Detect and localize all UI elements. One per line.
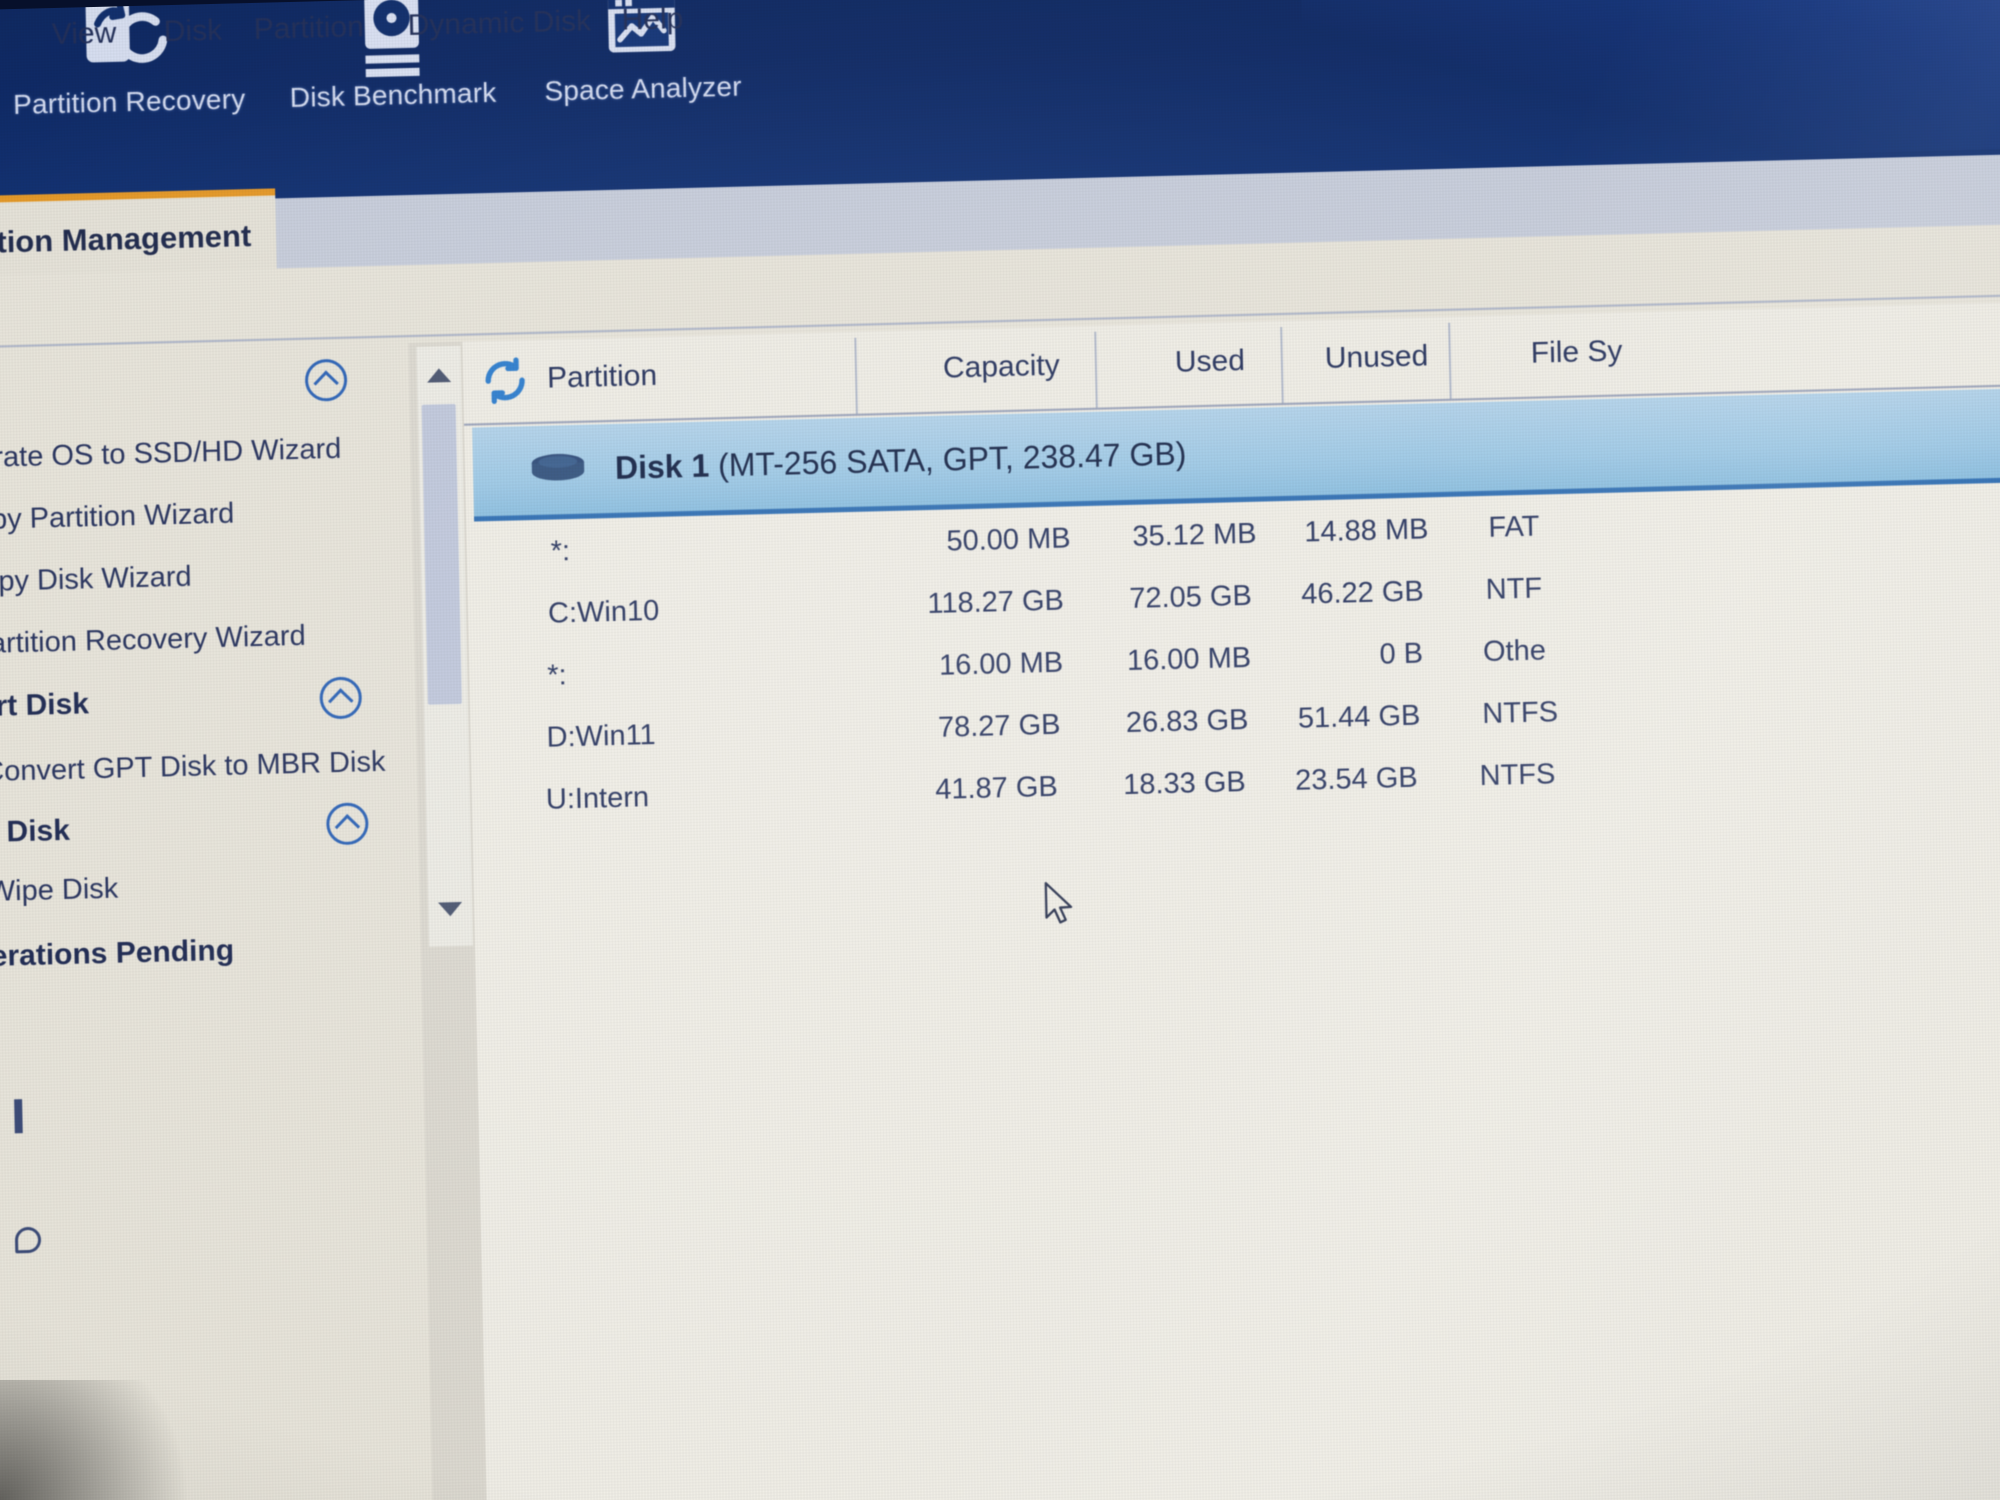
- scrollbar-thumb[interactable]: [421, 403, 462, 705]
- ribbon-sheen: [1299, 0, 2000, 167]
- column-divider[interactable]: [1280, 326, 1284, 404]
- disk-icon: [527, 450, 590, 491]
- cell-capacity: 118.27 GB: [927, 584, 1065, 621]
- sidebar-collapse-clean-disk-icon[interactable]: [325, 802, 369, 846]
- sidebar-operations-pending[interactable]: Operations Pending: [0, 934, 234, 975]
- disk-details: (MT-256 SATA, GPT, 238.47 GB): [717, 435, 1187, 484]
- cell-partition: *:: [546, 659, 567, 692]
- menu-item-disk[interactable]: Disk: [163, 14, 222, 49]
- cell-filesystem: NTFS: [1481, 696, 1559, 731]
- cell-unused: 14.88 MB: [1304, 513, 1429, 549]
- cell-filesystem: NTFS: [1479, 758, 1556, 793]
- sidebar-collapse-wizard-icon[interactable]: [304, 358, 348, 402]
- column-header-capacity[interactable]: Capacity: [943, 349, 1060, 386]
- screen-photo: covery Partition Recovery: [0, 0, 2000, 1500]
- cell-used: 26.83 GB: [1125, 703, 1249, 740]
- cell-unused: 46.22 GB: [1300, 575, 1425, 611]
- column-divider[interactable]: [1094, 331, 1098, 408]
- cell-used: 72.05 GB: [1128, 579, 1253, 615]
- refresh-icon[interactable]: [479, 354, 532, 412]
- scroll-up-arrow-icon[interactable]: [426, 368, 452, 383]
- cell-used: 16.00 MB: [1126, 641, 1252, 678]
- sidebar-item-migrate-os[interactable]: Migrate OS to SSD/HD Wizard: [0, 433, 342, 476]
- cell-partition: C:Win10: [547, 594, 660, 630]
- menu-item-help[interactable]: Help: [621, 2, 683, 38]
- column-header-unused[interactable]: Unused: [1324, 339, 1428, 376]
- cell-unused: 23.54 GB: [1294, 761, 1418, 797]
- partition-table: Partition Capacity Used Unused File Sy D…: [462, 300, 2000, 1500]
- cell-partition: *:: [550, 535, 571, 568]
- column-header-filesystem[interactable]: File Sy: [1530, 334, 1622, 370]
- left-sidebar: rd Migrate OS to SSD/HD Wizard Copy Part…: [0, 343, 434, 1500]
- toolbar-item-label: Partition Recovery: [12, 83, 246, 121]
- cell-partition: U:Intern: [545, 781, 650, 816]
- sidebar-section-header-convert-disk: nvert Disk: [0, 687, 90, 724]
- sidebar-section-header-clean-disk: ean Disk: [0, 813, 71, 850]
- sidebar-item-copy-disk[interactable]: Copy Disk Wizard: [0, 561, 192, 600]
- disk-name: Disk 1: [614, 447, 710, 486]
- column-header-used[interactable]: Used: [1175, 344, 1246, 380]
- cell-filesystem: Othe: [1482, 634, 1547, 669]
- cell-capacity: 16.00 MB: [938, 646, 1064, 682]
- tab-label: artition Management: [0, 217, 252, 261]
- sidebar-item-wipe-disk[interactable]: Wipe Disk: [0, 873, 119, 909]
- sidebar-item-convert-gpt-to-mbr[interactable]: Convert GPT Disk to MBR Disk: [0, 746, 386, 789]
- menu-item-dynamic-disk[interactable]: Dynamic Disk: [407, 4, 591, 43]
- disk-group-label: Disk 1 (MT-256 SATA, GPT, 238.47 GB): [615, 435, 1187, 486]
- sidebar-item-copy-partition[interactable]: Copy Partition Wizard: [0, 498, 235, 538]
- menu-item-partition[interactable]: Partition: [253, 10, 364, 47]
- cell-used: 35.12 MB: [1132, 517, 1257, 553]
- sidebar-collapse-convert-disk-icon[interactable]: [319, 676, 363, 720]
- cell-capacity: 41.87 GB: [934, 770, 1059, 806]
- column-header-partition[interactable]: Partition: [547, 359, 658, 396]
- sidebar-bullet-convert-icon: [14, 1099, 23, 1134]
- partition-recovery-icon: [0, 0, 279, 90]
- cell-capacity: 78.27 GB: [937, 708, 1061, 744]
- cell-used: 18.33 GB: [1122, 766, 1247, 802]
- cell-partition: D:Win11: [546, 718, 656, 754]
- column-divider[interactable]: [1448, 322, 1452, 399]
- cell-filesystem: FAT: [1488, 510, 1540, 544]
- cell-filesystem: NTF: [1485, 572, 1543, 606]
- column-divider[interactable]: [854, 337, 858, 414]
- cell-capacity: 50.00 MB: [946, 522, 1071, 558]
- cell-unused: 0 B: [1379, 637, 1424, 671]
- toolbar-item-partition-recovery[interactable]: Partition Recovery: [0, 0, 280, 122]
- toolbar-item-label: Space Analyzer: [544, 70, 743, 107]
- cell-unused: 51.44 GB: [1297, 699, 1421, 735]
- sidebar-item-partition-recovery[interactable]: Partition Recovery Wizard: [0, 620, 306, 661]
- application-window: covery Partition Recovery: [0, 0, 2000, 1500]
- scroll-down-arrow-icon[interactable]: [438, 901, 463, 917]
- menu-item-view[interactable]: View: [51, 16, 116, 52]
